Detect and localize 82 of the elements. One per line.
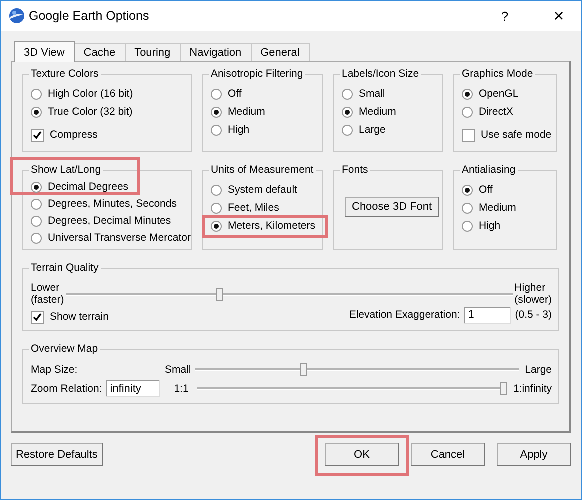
option-label: True Color (32 bit) (48, 106, 133, 119)
option-label: System default (228, 184, 298, 197)
option-label: Medium (359, 106, 396, 119)
exaggeration-field[interactable]: 1 (464, 306, 512, 324)
slider-label: Small (165, 364, 192, 376)
checkbox[interactable] (31, 129, 44, 142)
radio-button[interactable] (342, 107, 353, 118)
option-label: Small (359, 88, 386, 101)
field-label: Zoom Relation: (31, 382, 102, 394)
option-label: Off (228, 88, 242, 101)
zoom-relation-field[interactable]: infinity (106, 380, 160, 397)
option-label: Degrees, Minutes, Seconds (48, 198, 177, 211)
radio-button[interactable] (211, 89, 222, 100)
radio-button[interactable] (31, 89, 42, 100)
radio-button[interactable] (342, 125, 353, 136)
tab[interactable]: General (250, 43, 310, 61)
radio-button[interactable] (462, 221, 473, 232)
dialog-button[interactable]: Cancel (411, 443, 485, 466)
option-label: Degrees, Decimal Minutes (48, 215, 172, 228)
option-label: High (479, 220, 501, 233)
group-title: Graphics Mode (460, 68, 536, 81)
radio-button[interactable] (211, 221, 222, 232)
slider-label: (faster) (31, 294, 64, 306)
slider-thumb[interactable] (500, 382, 508, 395)
field-label: Elevation Exaggeration: (349, 309, 460, 321)
field-label: Map Size: (31, 364, 79, 376)
range-hint: (0.5 - 3) (515, 309, 552, 321)
slider-thumb[interactable] (216, 288, 223, 300)
radio-button[interactable] (211, 203, 222, 214)
dialog-button[interactable]: OK (325, 443, 399, 466)
option-label: Meters, Kilometers (228, 220, 316, 233)
slider-label: Lower (31, 282, 61, 294)
checkbox[interactable] (31, 311, 44, 324)
radio-button[interactable] (31, 233, 42, 244)
radio-button[interactable] (462, 107, 473, 118)
close-button[interactable]: × (537, 1, 581, 31)
option-label: Universal Transverse Mercator (48, 232, 191, 245)
option-label: Decimal Degrees (48, 181, 129, 194)
option-label: Large (359, 124, 386, 137)
option-label: Medium (228, 106, 266, 119)
help-button[interactable]: ? (483, 1, 527, 31)
window-title: Google Earth Options (29, 9, 150, 23)
dialog-button[interactable]: Apply (497, 443, 571, 466)
option-label: High (228, 124, 250, 137)
radio-button[interactable] (462, 89, 473, 100)
tab[interactable]: Touring (124, 43, 181, 61)
option-label: Show terrain (50, 311, 109, 324)
radio-button[interactable] (31, 199, 42, 210)
option-label: Feet, Miles (228, 202, 280, 215)
slider-thumb[interactable] (300, 363, 307, 376)
slider-label: 1:infinity (513, 382, 552, 394)
option-label: Use safe mode (481, 129, 552, 142)
restore-defaults-button[interactable]: Restore Defaults (11, 443, 103, 466)
slider-label: (slower) (514, 294, 552, 306)
tab[interactable]: Navigation (180, 43, 252, 61)
group-title: Antialiasing (460, 164, 518, 177)
group-title: Anisotropic Filtering (209, 68, 306, 81)
radio-button[interactable] (31, 107, 42, 118)
radio-button[interactable] (342, 89, 353, 100)
radio-button[interactable] (31, 182, 42, 193)
group-title: Terrain Quality (29, 262, 101, 275)
option-label: Off (479, 184, 493, 197)
radio-button[interactable] (211, 107, 222, 118)
radio-button[interactable] (462, 203, 473, 214)
slider-label: Large (525, 364, 552, 376)
group-title: Overview Map (29, 343, 100, 356)
group-title: Show Lat/Long (29, 164, 104, 177)
option-label: Medium (479, 202, 516, 215)
choose-font-button[interactable]: Choose 3D Font (345, 197, 440, 217)
radio-button[interactable] (211, 185, 222, 196)
option-label: OpenGL (479, 88, 519, 101)
radio-button[interactable] (211, 125, 222, 136)
option-label: DirectX (479, 106, 514, 119)
radio-button[interactable] (31, 216, 42, 227)
tab[interactable]: 3D View (14, 41, 75, 62)
slider-label: Higher (514, 282, 547, 294)
slider-label: 1:1 (174, 382, 189, 394)
globe-icon (9, 8, 25, 24)
checkbox[interactable] (462, 129, 475, 142)
option-label: Compress (50, 129, 98, 142)
option-label: High Color (16 bit) (48, 88, 134, 101)
radio-button[interactable] (462, 185, 473, 196)
